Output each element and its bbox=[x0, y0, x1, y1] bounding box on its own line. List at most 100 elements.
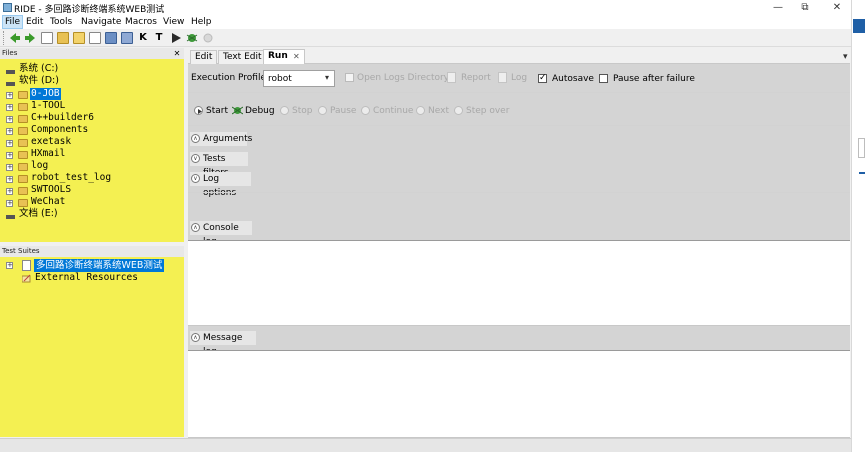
expand-icon[interactable]: + bbox=[6, 140, 13, 147]
tests-filters-toggle[interactable]: ∨ Tests filters bbox=[190, 152, 248, 178]
pause-after-failure-label: Pause after failure bbox=[613, 74, 695, 84]
back-arrow-icon[interactable] bbox=[9, 32, 21, 44]
drive-icon bbox=[6, 70, 15, 74]
step-over-icon bbox=[454, 106, 463, 115]
execution-profile-value: robot bbox=[268, 74, 292, 84]
step-over-button[interactable]: Step over bbox=[466, 106, 509, 116]
menu-edit[interactable]: Edit bbox=[24, 15, 45, 29]
log-options-toggle[interactable]: ∨ Log options bbox=[190, 172, 251, 198]
expand-icon[interactable]: + bbox=[6, 200, 13, 207]
files-panel-header: Files bbox=[0, 48, 184, 59]
pause-after-failure-checkbox[interactable] bbox=[599, 74, 608, 83]
tree-test-suite[interactable]: 多回路诊断终端系统WEB测试 bbox=[34, 259, 165, 272]
log-file-icon bbox=[498, 72, 507, 83]
message-log-output[interactable] bbox=[188, 350, 850, 438]
message-log-toggle[interactable]: ∧ Message log bbox=[190, 331, 256, 357]
chevron-down-icon: ∨ bbox=[191, 154, 200, 163]
log-button[interactable]: Log bbox=[511, 73, 527, 83]
divider bbox=[188, 192, 850, 193]
menu-navigate[interactable]: Navigate bbox=[79, 15, 123, 29]
chevron-down-icon: ∨ bbox=[191, 174, 200, 183]
suites-tree bbox=[0, 257, 184, 437]
adjacent-window-accent bbox=[853, 19, 865, 33]
bug-icon[interactable] bbox=[186, 32, 198, 44]
adjacent-window-underline bbox=[859, 172, 865, 174]
debug-bug-icon bbox=[231, 105, 244, 116]
menu-help[interactable]: Help bbox=[189, 15, 214, 29]
tree-folder-hxmail[interactable]: HXmail bbox=[31, 148, 65, 160]
save-icon[interactable] bbox=[105, 32, 117, 44]
tab-edit[interactable]: Edit bbox=[190, 50, 218, 64]
menu-macros[interactable]: Macros bbox=[123, 15, 159, 29]
files-panel-title: Files bbox=[2, 49, 18, 57]
tree-folder-0-job[interactable]: 0-JOB bbox=[30, 88, 61, 100]
expand-icon[interactable]: + bbox=[6, 128, 13, 135]
expand-icon[interactable]: + bbox=[6, 176, 13, 183]
expand-icon[interactable]: + bbox=[6, 152, 13, 159]
open-directory-icon[interactable] bbox=[73, 32, 85, 44]
divider bbox=[188, 125, 850, 126]
files-panel-close-button[interactable]: ✕ bbox=[172, 48, 182, 59]
expand-icon[interactable]: + bbox=[6, 262, 13, 269]
run-icon[interactable] bbox=[170, 32, 182, 44]
folder-icon bbox=[18, 151, 28, 159]
expand-icon[interactable]: + bbox=[6, 116, 13, 123]
menu-file[interactable]: File bbox=[2, 15, 24, 29]
debug-button[interactable]: Debug bbox=[245, 106, 275, 116]
tab-close-icon[interactable]: ✕ bbox=[293, 50, 300, 63]
menu-view[interactable]: View bbox=[161, 15, 186, 29]
start-icon bbox=[194, 106, 203, 115]
expand-icon[interactable]: + bbox=[6, 188, 13, 195]
tree-folder-cppbuilder6[interactable]: C++builder6 bbox=[31, 112, 94, 124]
tab-dropdown-icon[interactable]: ▾ bbox=[843, 52, 848, 62]
forward-arrow-icon[interactable] bbox=[24, 32, 36, 44]
tab-text-edit[interactable]: Text Edit bbox=[218, 50, 267, 64]
report-button[interactable]: Report bbox=[461, 73, 491, 83]
tree-folder-exetask[interactable]: exetask bbox=[31, 136, 71, 148]
new-project-icon[interactable] bbox=[41, 32, 53, 44]
tree-folder-robot-test-log[interactable]: robot_test_log bbox=[31, 172, 111, 184]
restore-button[interactable]: ⧉ bbox=[792, 0, 818, 15]
tab-run-label: Run bbox=[268, 51, 288, 61]
execution-profile-select[interactable]: robot ▾ bbox=[263, 70, 335, 87]
menu-tools[interactable]: Tools bbox=[48, 15, 74, 29]
folder-icon bbox=[18, 103, 28, 111]
save-all-icon[interactable] bbox=[121, 32, 133, 44]
continue-icon bbox=[361, 106, 370, 115]
tree-folder-1-tool[interactable]: 1-TOOL bbox=[31, 100, 65, 112]
tree-folder-components[interactable]: Components bbox=[31, 124, 88, 136]
status-bar bbox=[0, 438, 851, 452]
pause-button[interactable]: Pause bbox=[330, 106, 356, 116]
stop-button[interactable]: Stop bbox=[292, 106, 312, 116]
search-keywords-icon[interactable]: K bbox=[137, 32, 149, 44]
continue-button[interactable]: Continue bbox=[373, 106, 413, 116]
expand-icon[interactable]: + bbox=[6, 92, 13, 99]
chevron-up-icon: ∧ bbox=[191, 223, 200, 232]
expand-icon[interactable]: + bbox=[6, 164, 13, 171]
tree-drive-d[interactable]: 软件 (D:) bbox=[19, 75, 59, 87]
tree-drive-e[interactable]: 文档 (E:) bbox=[19, 208, 58, 220]
expand-icon[interactable]: + bbox=[6, 104, 13, 111]
console-log-toggle[interactable]: ∧ Console log bbox=[190, 221, 252, 247]
arguments-toggle[interactable]: ∧ Arguments bbox=[190, 132, 252, 146]
tree-folder-log[interactable]: log bbox=[31, 160, 48, 172]
tab-run[interactable]: Run ✕ bbox=[263, 49, 305, 64]
tree-folder-wechat[interactable]: WeChat bbox=[31, 196, 65, 208]
open-logs-directory-checkbox[interactable] bbox=[345, 73, 354, 82]
new-file-icon[interactable] bbox=[89, 32, 101, 44]
folder-icon bbox=[18, 139, 28, 147]
folder-icon bbox=[18, 199, 28, 207]
minimize-button[interactable]: — bbox=[765, 0, 791, 15]
console-log-output[interactable] bbox=[188, 240, 850, 326]
tree-external-resources[interactable]: External Resources bbox=[35, 272, 138, 284]
adjacent-window-edge bbox=[851, 0, 865, 452]
next-button[interactable]: Next bbox=[428, 106, 449, 116]
start-button[interactable]: Start bbox=[206, 106, 228, 116]
autosave-checkbox[interactable] bbox=[538, 73, 547, 83]
stop-icon[interactable] bbox=[202, 32, 214, 44]
tree-folder-swtools[interactable]: SWTOOLS bbox=[31, 184, 71, 196]
close-button[interactable]: ✕ bbox=[824, 0, 850, 15]
open-folder-icon[interactable] bbox=[57, 32, 69, 44]
tree-drive-c[interactable]: 系统 (C:) bbox=[19, 63, 58, 75]
search-tests-icon[interactable]: T bbox=[153, 32, 165, 44]
